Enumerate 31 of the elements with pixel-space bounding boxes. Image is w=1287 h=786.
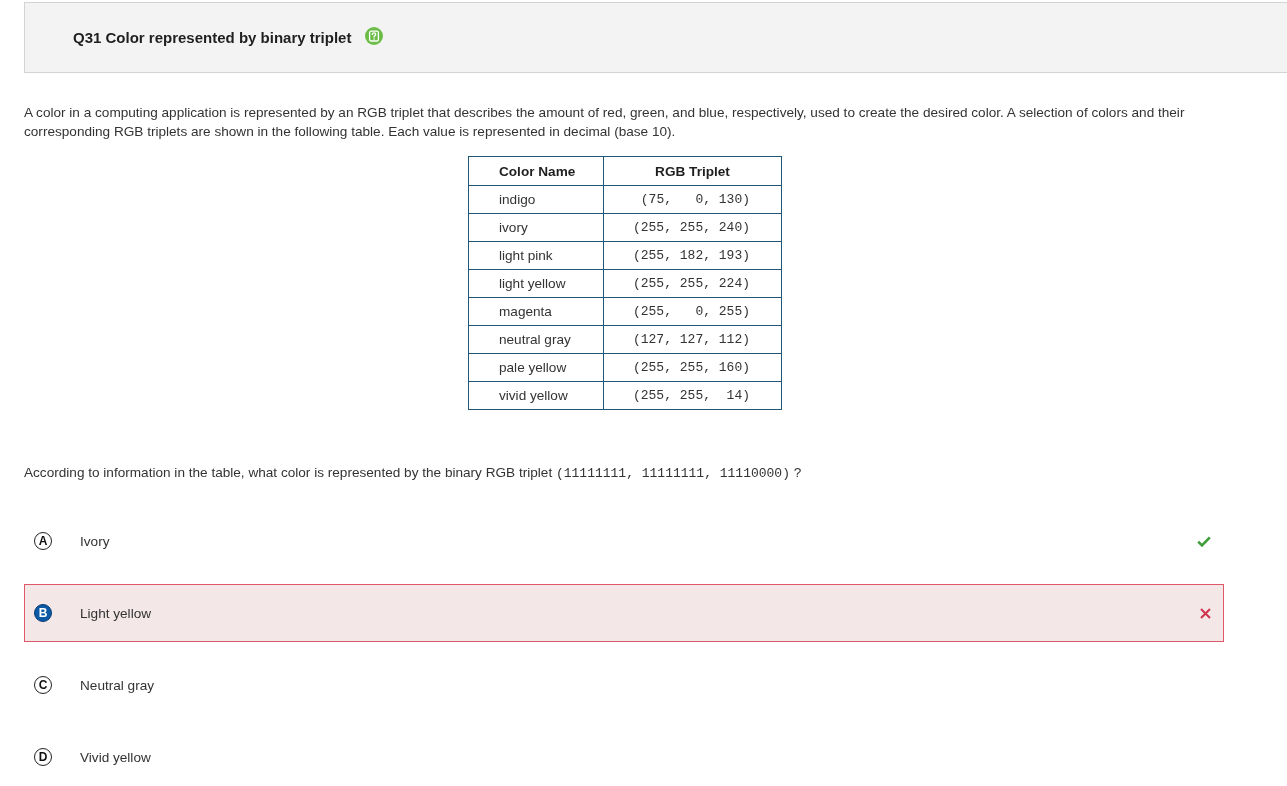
table-cell: (127, 127, 112): [603, 325, 782, 354]
question-stem: A color in a computing application is represented by an RGB triplet that describes the amount of red, green, and blue, respectively, used to create the desired color. A selection of colors and their corresponding RGB triplets are shown in the following table. Each value is represented in decimal (base 10).: [24, 104, 1186, 141]
column-header: Color Name: [468, 156, 604, 186]
table-cell: vivid yellow: [468, 381, 604, 410]
answer-option[interactable]: C Neutral gray: [24, 656, 1224, 714]
option-text: Light yellow: [80, 605, 152, 621]
option-text: Ivory: [80, 533, 110, 549]
table-cell: indigo: [468, 185, 604, 214]
column-header: RGB Triplet: [603, 156, 782, 186]
table-cell: (255, 255, 160): [603, 353, 782, 382]
table-cell: magenta: [468, 297, 604, 326]
table-cell: (255, 255, 224): [603, 269, 782, 298]
table-cell: (255, 0, 255): [603, 297, 782, 326]
question-prompt: According to information in the table, what color is represented by the binary RGB triplet (11111111, 11111111, 11110000) ?: [24, 464, 803, 483]
table-cell: light yellow: [468, 269, 604, 298]
answer-option[interactable]: A Ivory: [24, 512, 1224, 570]
answer-option[interactable]: B Light yellow: [24, 584, 1224, 642]
question-title: Q31 Color represented by binary triplet: [73, 29, 352, 46]
table-cell: (255, 255, 240): [603, 213, 782, 242]
help-icon[interactable]: [365, 27, 384, 45]
table-cell: light pink: [468, 241, 604, 270]
table-cell: ivory: [468, 213, 604, 242]
table-cell: (255, 255, 14): [603, 381, 782, 410]
table-cell: (75, 0, 130): [603, 185, 782, 214]
table-cell: pale yellow: [468, 353, 604, 382]
table-cell: neutral gray: [468, 325, 604, 354]
table-cell: (255, 182, 193): [603, 241, 782, 270]
option-text: Vivid yellow: [80, 749, 151, 765]
option-letter: B: [34, 604, 52, 622]
option-text: Neutral gray: [80, 677, 155, 693]
answer-option[interactable]: D Vivid yellow: [24, 728, 1224, 786]
